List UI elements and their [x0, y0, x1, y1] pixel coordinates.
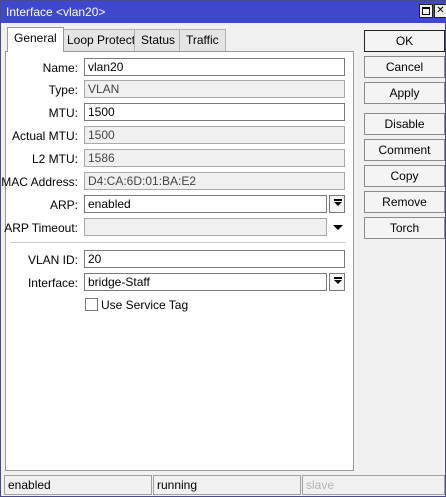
arp-timeout-field — [84, 218, 327, 236]
l2-mtu-label: L2 MTU: — [31, 152, 78, 166]
arp-label: ARP: — [49, 198, 78, 212]
vlan-id-label: VLAN ID: — [27, 253, 78, 267]
status-state: enabled — [4, 475, 152, 495]
copy-button[interactable]: Copy — [364, 165, 445, 187]
status-running: running — [153, 475, 301, 495]
tab-loop-protect-label: Loop Protect — [67, 33, 136, 47]
mtu-field[interactable]: 1500 — [84, 103, 345, 121]
comment-button[interactable]: Comment — [364, 139, 445, 161]
mac-address-field: D4:CA:6D:01:BA:E2 — [84, 172, 345, 190]
status-bar: enabled running slave — [4, 475, 445, 495]
remove-button[interactable]: Remove — [364, 191, 445, 213]
chevron-down-icon — [334, 280, 342, 284]
interface-label: Interface: — [27, 276, 78, 290]
restore-button[interactable] — [419, 4, 433, 18]
tab-general[interactable]: General — [7, 27, 64, 52]
tab-general-label: General — [14, 31, 57, 45]
use-service-tag-checkbox[interactable] — [85, 298, 98, 311]
type-label: Type: — [48, 83, 78, 97]
cancel-button[interactable]: Cancel — [364, 56, 445, 78]
actual-mtu-field: 1500 — [84, 126, 345, 144]
dropdown-bar-icon — [334, 199, 342, 201]
vlan-id-field[interactable]: 20 — [84, 250, 345, 268]
ok-button[interactable]: OK — [364, 30, 445, 52]
arp-timeout-expand-button[interactable] — [330, 218, 346, 236]
window-title: Interface <vlan20> — [6, 5, 106, 19]
interface-window: Interface <vlan20> ✕ General Loop Protec… — [0, 0, 446, 497]
tab-status-label: Status — [141, 33, 176, 47]
arp-timeout-label: ARP Timeout: — [4, 221, 78, 235]
type-field: VLAN — [84, 80, 345, 98]
status-slave: slave — [302, 475, 445, 495]
close-icon: ✕ — [436, 5, 445, 16]
tab-traffic-label: Traffic — [186, 33, 219, 47]
chevron-down-icon — [334, 202, 342, 206]
mtu-label: MTU: — [48, 106, 78, 120]
actual-mtu-label: Actual MTU: — [11, 129, 78, 143]
interface-dropdown-button[interactable] — [329, 273, 345, 291]
title-bar[interactable]: Interface <vlan20> ✕ — [1, 1, 446, 23]
torch-button[interactable]: Torch — [364, 217, 445, 239]
arp-dropdown-button[interactable] — [329, 195, 345, 213]
triangle-down-icon — [333, 225, 343, 230]
name-label: Name: — [42, 61, 78, 75]
name-field[interactable]: vlan20 — [84, 58, 345, 76]
restore-icon — [422, 7, 430, 15]
close-button[interactable]: ✕ — [434, 4, 446, 18]
tab-loop-protect[interactable]: Loop Protect — [60, 29, 143, 51]
disable-button[interactable]: Disable — [364, 113, 445, 135]
dropdown-bar-icon — [334, 277, 342, 279]
tab-status[interactable]: Status — [134, 29, 183, 51]
l2-mtu-field: 1586 — [84, 149, 345, 167]
mac-address-label: MAC Address: — [1, 175, 78, 189]
tab-traffic[interactable]: Traffic — [179, 29, 226, 51]
use-service-tag-label[interactable]: Use Service Tag — [101, 298, 188, 312]
section-divider — [10, 242, 346, 244]
interface-select[interactable]: bridge-Staff — [84, 273, 327, 291]
arp-select[interactable]: enabled — [84, 195, 327, 213]
apply-button[interactable]: Apply — [364, 82, 445, 104]
